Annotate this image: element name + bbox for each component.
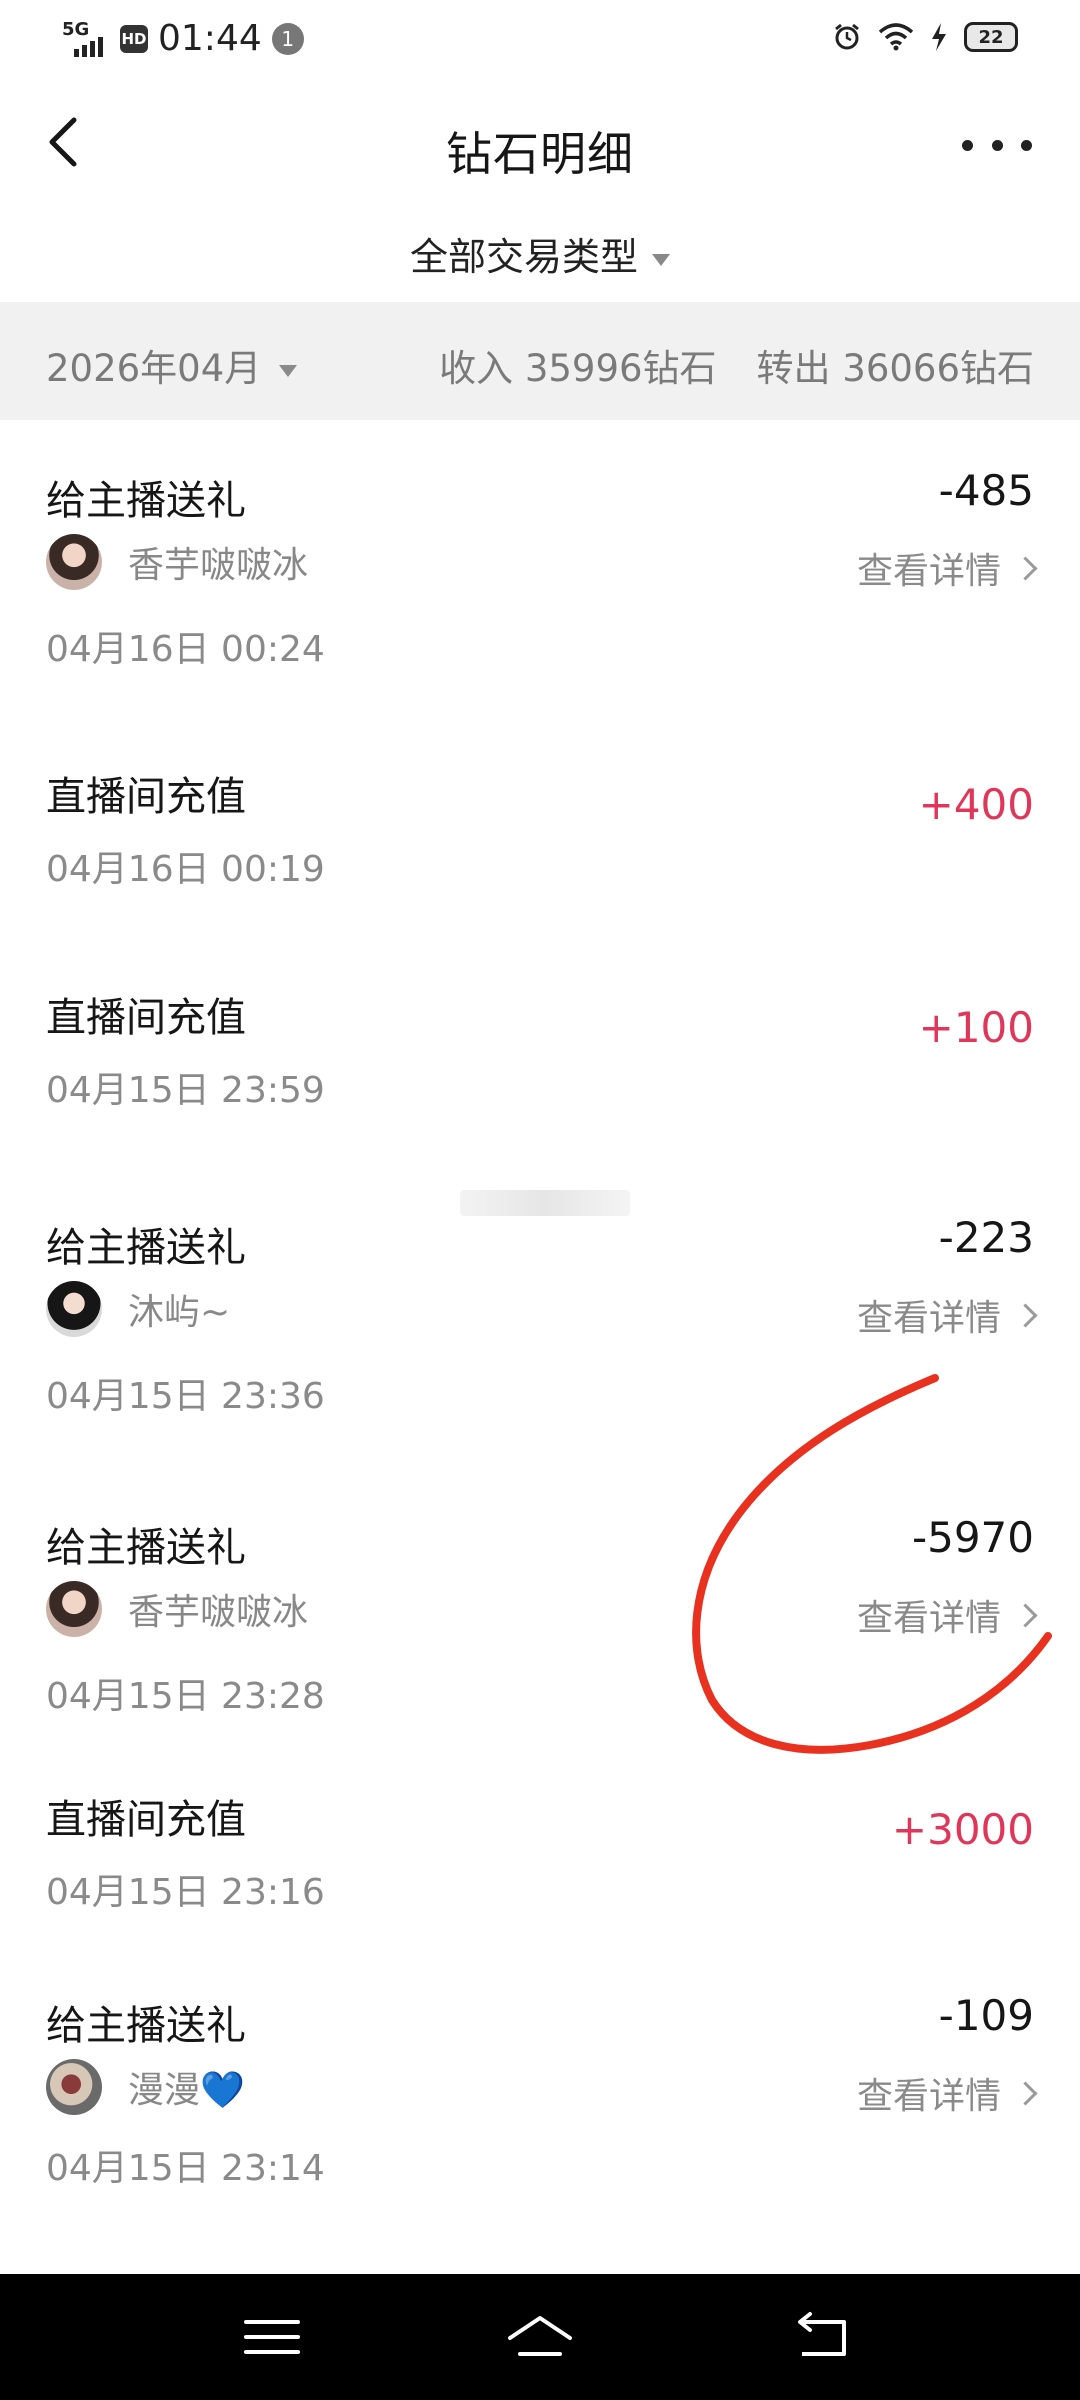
view-details-label: 查看详情 [856,1598,1001,1639]
transaction-row[interactable]: 直播间充值 +100 04月15日 23:59 [0,935,1080,1155]
page-title: 钻石明细 [446,127,634,181]
alarm-icon [835,23,859,50]
charging-icon [932,23,946,51]
transaction-time: 04月15日 23:59 [46,1070,325,1111]
more-options-icon[interactable] [962,130,1032,160]
transaction-row[interactable]: 直播间充值 +400 04月16日 00:19 [0,710,1080,935]
view-details-link[interactable]: 查看详情 [856,1289,1038,1341]
chevron-right-icon [1013,555,1038,581]
transaction-time: 04月15日 23:36 [46,1376,325,1417]
transaction-type-filter[interactable]: 全部交易类型 [0,226,1080,281]
menu-icon[interactable] [232,2304,312,2370]
transaction-title: 直播间充值 [46,995,246,1041]
transaction-time: 04月15日 23:14 [46,2148,325,2189]
recipient: 香芋啵啵冰 [46,1581,308,1637]
outgoing-total: 转出 36066钻石 [756,347,1034,390]
clock: 01:44 [158,18,262,59]
recipient: 沐屿~ [46,1281,230,1337]
recipient: 漫漫💙 [46,2059,245,2115]
back-icon[interactable] [782,2304,862,2370]
recipient-name: 沐屿~ [128,1292,231,1333]
view-details-link[interactable]: 查看详情 [856,2067,1038,2119]
recipient-name: 香芋啵啵冰 [128,1592,309,1633]
transaction-title: 给主播送礼 [46,1225,246,1271]
income-total: 收入 35996钻石 [439,347,717,390]
transaction-title: 直播间充值 [46,774,246,820]
view-details-label: 查看详情 [856,551,1001,592]
transaction-time: 04月16日 00:24 [46,629,325,670]
filter-label: 全部交易类型 [409,235,638,279]
avatar [46,1281,102,1337]
transaction-row[interactable]: 给主播送礼 -485 香芋啵啵冰 查看详情 04月16日 00:24 [0,420,1080,710]
transaction-amount: +400 [918,780,1034,829]
view-details-link[interactable]: 查看详情 [856,542,1038,594]
view-details-label: 查看详情 [856,1298,1001,1339]
status-bar: 5G HD 01:44 1 22 [0,0,1080,80]
month-label: 2026年04月 [46,347,262,390]
recipient-name: 香芋啵啵冰 [128,545,309,586]
signal-icon: 5G [62,19,110,59]
transaction-amount: +100 [918,1003,1034,1052]
transaction-title: 给主播送礼 [46,1525,246,1571]
transaction-row[interactable]: 给主播送礼 -109 漫漫💙 查看详情 04月15日 23:14 [0,1955,1080,2255]
transaction-title: 给主播送礼 [46,2003,246,2049]
header: 钻石明细 [0,90,1080,200]
wifi-icon [878,23,914,51]
transaction-amount: +3000 [891,1805,1034,1854]
totals: 收入 35996钻石 转出 36066钻石 [439,338,1034,392]
navigation-bar [0,2274,1080,2400]
chevron-right-icon [1013,2080,1038,2106]
avatar [46,534,102,590]
transaction-row[interactable]: 直播间充值 +3000 04月15日 23:16 [0,1745,1080,1955]
transaction-amount: -223 [938,1213,1034,1262]
transaction-time: 04月15日 23:28 [46,1676,325,1717]
chevron-right-icon [1013,1602,1038,1628]
home-icon[interactable] [500,2304,580,2370]
chevron-right-icon [1013,1302,1038,1328]
transaction-title: 给主播送礼 [46,478,246,524]
recipient: 香芋啵啵冰 [46,534,308,590]
battery-icon: 22 [964,22,1018,52]
dropdown-arrow-icon [652,253,670,266]
hd-icon: HD [120,24,148,53]
transaction-amount: -485 [938,466,1034,515]
avatar [46,1581,102,1637]
month-selector[interactable]: 2026年04月 [46,338,298,392]
view-details-link[interactable]: 查看详情 [856,1589,1038,1641]
transaction-amount: -109 [938,1991,1034,2040]
transaction-title: 直播间充值 [46,1797,246,1843]
avatar [46,2059,102,2115]
month-dropdown-icon [279,364,298,377]
blurred-patch [460,1190,630,1216]
recipient-name: 漫漫💙 [128,2070,245,2111]
transaction-time: 04月15日 23:16 [46,1872,325,1913]
summary-bar: 2026年04月 收入 35996钻石 转出 36066钻石 [0,302,1080,420]
view-details-label: 查看详情 [856,2076,1001,2117]
transaction-row[interactable]: 给主播送礼 -5970 香芋啵啵冰 查看详情 04月15日 23:28 [0,1455,1080,1745]
transaction-time: 04月16日 00:19 [46,849,325,890]
transaction-amount: -5970 [911,1513,1034,1562]
notification-count-badge: 1 [271,22,304,55]
